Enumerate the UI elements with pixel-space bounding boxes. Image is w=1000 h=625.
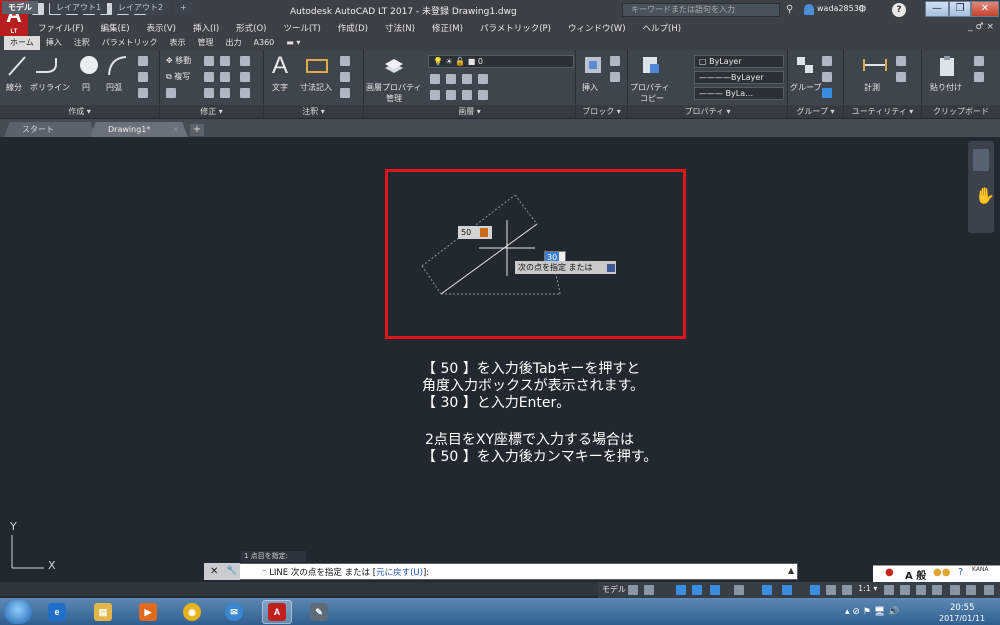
thunderbird-icon[interactable]: ✉ (225, 603, 243, 621)
ime-pad-icon[interactable]: ●● (933, 567, 950, 578)
workspace-gear-icon[interactable] (884, 585, 894, 595)
highlight-frame (385, 169, 686, 339)
ortho-icon[interactable] (676, 585, 686, 595)
customize-icon[interactable] (966, 585, 976, 595)
command-history: 1 点目を指定: (241, 551, 306, 562)
ime-pin-icon[interactable]: ● (885, 567, 894, 578)
command-suffix: ]: (422, 568, 430, 578)
menu-lines-icon[interactable] (984, 585, 994, 595)
ucs-icon (11, 535, 44, 569)
isolate-icon[interactable] (916, 585, 926, 595)
ucs-y-label: Y (10, 520, 17, 533)
command-history-arrow-icon[interactable]: ▲ (788, 566, 794, 575)
new-layout-button[interactable]: + (174, 1, 193, 14)
instruction-line-6: 【 50 】を入力後カンマキーを押す。 (422, 449, 658, 465)
ucs-x-label: X (48, 559, 56, 572)
tab-layout2[interactable]: レイアウト2 (112, 1, 170, 14)
annotation-visibility-icon[interactable] (810, 585, 820, 595)
autocad-taskbar-icon: A (268, 603, 286, 621)
clean-screen-icon[interactable] (950, 585, 960, 595)
ime-help-icon[interactable]: ? (958, 567, 963, 578)
instruction-line-5: 2点目をXY座標で入力する場合は (425, 432, 635, 448)
plus-icon[interactable] (900, 585, 910, 595)
hardware-accel-icon[interactable] (932, 585, 942, 595)
instruction-line-3: 【 30 】と入力Enter。 (422, 395, 571, 411)
osnap-icon[interactable] (762, 585, 772, 595)
auto-scale-icon[interactable] (826, 585, 836, 595)
tab-model[interactable]: モデル (2, 1, 38, 14)
kana-indicator: KANA (972, 566, 989, 573)
paint-icon[interactable]: ✎ (310, 603, 328, 621)
file-explorer-icon[interactable]: ▤ (94, 603, 112, 621)
media-player-icon[interactable]: ▶ (139, 603, 157, 621)
chrome-icon[interactable]: ◉ (183, 603, 201, 621)
polar-icon[interactable] (692, 585, 702, 595)
clock-date[interactable]: 2017/01/11 (939, 614, 985, 623)
isodraft-icon[interactable] (710, 585, 720, 595)
status-model-button[interactable]: モデル (602, 584, 626, 595)
layout-tabs (0, 582, 600, 596)
internet-explorer-icon[interactable]: e (48, 603, 66, 621)
command-option-undo[interactable]: 元に戻す(U) (376, 568, 423, 578)
osnap-tracking-icon[interactable] (734, 585, 744, 595)
system-tray-icons[interactable]: ▴ ⊘ ⚑ 🖥 🔊 (845, 607, 899, 617)
grid-icon[interactable] (628, 585, 638, 595)
instruction-line-2: 角度入力ボックスが表示されます。 (422, 378, 645, 394)
scale-dropdown[interactable]: 1:1 ▾ (858, 584, 877, 593)
ime-mode[interactable]: A 般 (905, 567, 926, 582)
annotation-scale-icon[interactable] (842, 585, 852, 595)
lineweight-icon[interactable] (782, 585, 792, 595)
clock-time[interactable]: 20:55 (950, 603, 975, 613)
command-prompt-text: ⁻ LINE 次の点を指定 または [元に戻す(U)]: (262, 566, 429, 578)
wrench-icon[interactable]: 🔧 (226, 566, 237, 576)
snap-icon[interactable] (644, 585, 654, 595)
close-icon[interactable]: ✕ (210, 566, 218, 577)
instruction-line-1: 【 50 】を入力後Tabキーを押すと (422, 361, 641, 377)
windows-start-button[interactable] (4, 600, 32, 624)
tab-layout1[interactable]: レイアウト1 (50, 1, 108, 14)
command-prefix: ⁻ LINE 次の点を指定 または [ (262, 568, 377, 578)
